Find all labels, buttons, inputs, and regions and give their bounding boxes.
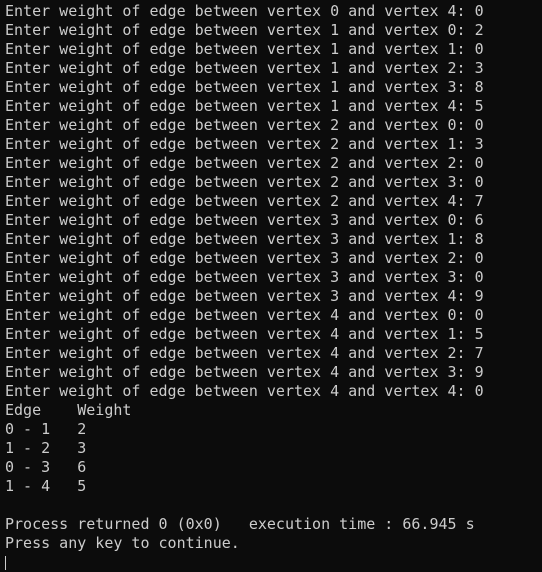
console-line: Enter weight of edge between vertex 2 an… [5,135,484,153]
console-line: Enter weight of edge between vertex 4 an… [5,363,484,381]
console-line: Enter weight of edge between vertex 2 an… [5,173,484,191]
continue-prompt-line: Press any key to continue. [5,534,240,552]
console-line: Enter weight of edge between vertex 1 an… [5,78,484,96]
console-line: Enter weight of edge between vertex 3 an… [5,287,484,305]
console-line: Enter weight of edge between vertex 3 an… [5,211,484,229]
console-line: Enter weight of edge between vertex 2 an… [5,116,484,134]
console-line: Enter weight of edge between vertex 3 an… [5,249,484,267]
text-cursor [5,555,6,570]
console-line: Enter weight of edge between vertex 3 an… [5,230,484,248]
console-line: Enter weight of edge between vertex 0 an… [5,2,484,20]
console-line: Enter weight of edge between vertex 4 an… [5,325,484,343]
console-line: Enter weight of edge between vertex 4 an… [5,382,484,400]
console-line: Enter weight of edge between vertex 2 an… [5,154,484,172]
console-line: Enter weight of edge between vertex 1 an… [5,97,484,115]
result-table-row: 1 - 2 3 [5,439,87,457]
result-table-header: Edge Weight [5,401,132,419]
process-status-line: Process returned 0 (0x0) execution time … [5,515,475,533]
console-line: Enter weight of edge between vertex 2 an… [5,192,484,210]
result-table-row: 0 - 1 2 [5,420,87,438]
console-line: Enter weight of edge between vertex 1 an… [5,40,484,58]
result-table-row: 0 - 3 6 [5,458,87,476]
console-line: Enter weight of edge between vertex 4 an… [5,344,484,362]
result-table-row: 1 - 4 5 [5,477,87,495]
console-line: Enter weight of edge between vertex 1 an… [5,21,484,39]
console-line: Enter weight of edge between vertex 1 an… [5,59,484,77]
console-line: Enter weight of edge between vertex 4 an… [5,306,484,324]
console-window[interactable]: Enter weight of edge between vertex 0 an… [0,0,542,570]
cursor-line [5,553,542,572]
console-line: Enter weight of edge between vertex 3 an… [5,268,484,286]
